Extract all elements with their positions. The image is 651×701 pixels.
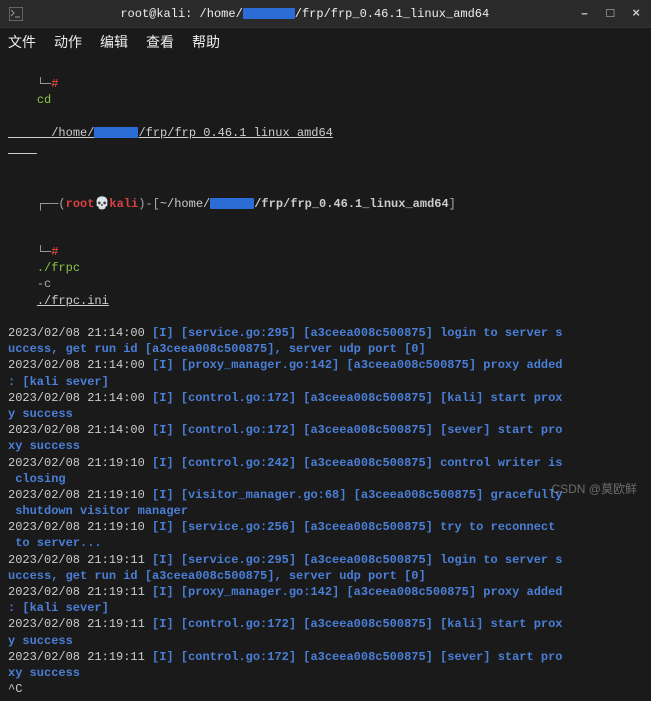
log-line: 2023/02/08 21:19:11 [I] [service.go:295]… (8, 552, 643, 568)
log-line-cont: y success (8, 633, 643, 649)
log-line-cont: xy success (8, 665, 643, 681)
titlebar: root@kali: /home//frp/frp_0.46.1_linux_a… (0, 0, 651, 28)
terminal-body[interactable]: └─# cd /home//frp/frp 0.46.1 linux amd64… (0, 56, 651, 701)
log-line-cont: to server... (8, 535, 643, 551)
minimize-button[interactable]: – (578, 6, 592, 21)
prompt-line-2-cmd: └─# ./frpc -c ./frpc.ini (8, 228, 643, 325)
menu-actions[interactable]: 动作 (54, 32, 82, 52)
watermark: CSDN @莫欧鲜 (551, 480, 637, 497)
log-line-cont: : [kali sever] (8, 600, 643, 616)
log-line-cont: uccess, get run id [a3ceea008c500875], s… (8, 341, 643, 357)
window-title: root@kali: /home//frp/frp_0.46.1_linux_a… (32, 7, 578, 21)
log-line-cont: shutdown visitor manager (8, 503, 643, 519)
menu-file[interactable]: 文件 (8, 32, 36, 52)
log-line-cont: uccess, get run id [a3ceea008c500875], s… (8, 568, 643, 584)
maximize-button[interactable]: □ (603, 6, 617, 21)
log-output: 2023/02/08 21:14:00 [I] [service.go:295]… (8, 325, 643, 681)
log-line: 2023/02/08 21:19:10 [I] [control.go:242]… (8, 455, 643, 471)
log-line: 2023/02/08 21:19:11 [I] [control.go:172]… (8, 616, 643, 632)
terminal-icon (8, 6, 24, 22)
menu-help[interactable]: 帮助 (192, 32, 220, 52)
log-line-cont: xy success (8, 438, 643, 454)
menubar: 文件 动作 编辑 查看 帮助 (0, 28, 651, 56)
log-line: 2023/02/08 21:19:10 [I] [service.go:256]… (8, 519, 643, 535)
redacted-block (210, 198, 254, 209)
log-line: 2023/02/08 21:14:00 [I] [service.go:295]… (8, 325, 643, 341)
menu-edit[interactable]: 编辑 (100, 32, 128, 52)
log-line-cont: : [kali sever] (8, 374, 643, 390)
redacted-block (94, 127, 138, 138)
prompt-line-1: └─# cd /home//frp/frp 0.46.1 linux amd64 (8, 60, 643, 173)
log-line: 2023/02/08 21:19:11 [I] [proxy_manager.g… (8, 584, 643, 600)
menu-view[interactable]: 查看 (146, 32, 174, 52)
prompt-line-2-head: ┌──(root💀kali)-[~/home//frp/frp_0.46.1_l… (8, 179, 643, 228)
ctrl-c: ^C (8, 681, 643, 697)
log-line-cont: closing (8, 471, 643, 487)
log-line: 2023/02/08 21:14:00 [I] [control.go:172]… (8, 422, 643, 438)
log-line: 2023/02/08 21:14:00 [I] [control.go:172]… (8, 390, 643, 406)
window-controls: – □ × (578, 6, 643, 21)
log-line-cont: y success (8, 406, 643, 422)
log-line: 2023/02/08 21:19:11 [I] [control.go:172]… (8, 649, 643, 665)
log-line: 2023/02/08 21:19:10 [I] [visitor_manager… (8, 487, 643, 503)
log-line: 2023/02/08 21:14:00 [I] [proxy_manager.g… (8, 357, 643, 373)
redacted-block (243, 8, 295, 19)
close-button[interactable]: × (629, 6, 643, 21)
